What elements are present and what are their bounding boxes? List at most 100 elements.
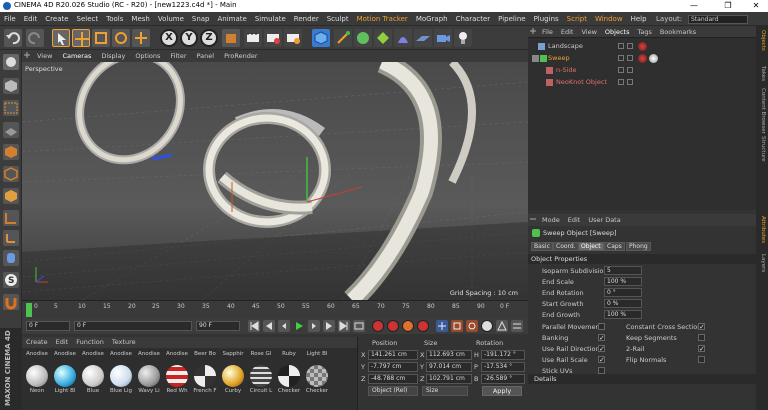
go-to-start-icon[interactable] (248, 320, 260, 332)
previous-key-icon[interactable] (263, 320, 275, 332)
next-frame-icon[interactable] (308, 320, 320, 332)
material-swatch[interactable]: Light Bl (304, 350, 330, 357)
object-row-sweep[interactable]: Sweep (528, 53, 756, 64)
menu-sculpt[interactable]: Sculpt (323, 12, 353, 26)
vtab-attributes[interactable]: Attributes (760, 216, 766, 243)
constant-cross-section-checkbox[interactable]: ✓ (698, 323, 705, 331)
position-z-field[interactable]: -48.788 cm (368, 374, 418, 384)
coordinate-mode-dropdown[interactable]: Object (Rel) (368, 386, 418, 396)
scale-tool-icon[interactable] (92, 29, 110, 47)
material-tag-icon[interactable] (638, 42, 647, 51)
material-blue-light[interactable]: Blue Lig (108, 365, 134, 394)
enable-check[interactable] (627, 79, 633, 85)
preview-range-start-field[interactable]: 0 F (74, 321, 192, 331)
polygons-mode-icon[interactable] (3, 188, 19, 204)
visibility-toggle[interactable] (618, 79, 624, 85)
material-swatch[interactable]: Ruby (276, 350, 302, 357)
model-mode-icon[interactable] (3, 78, 19, 94)
collapse-icon[interactable] (532, 55, 539, 62)
vtab-objects[interactable]: Objects (760, 30, 766, 51)
om-menu-bookmarks[interactable]: Bookmarks (656, 26, 700, 38)
layout-select[interactable]: Standard (688, 15, 748, 24)
vtab-structure[interactable]: Structure (760, 136, 766, 162)
previous-frame-icon[interactable] (278, 320, 290, 332)
redo-icon[interactable] (26, 29, 44, 47)
timeline-ruler[interactable]: 0 5 10 15 20 25 30 35 40 45 50 55 60 65 … (22, 300, 528, 318)
attr-menu-user-data[interactable]: User Data (584, 214, 624, 226)
rotation-b-field[interactable]: -26.589 ° (481, 374, 525, 384)
vtab-layers[interactable]: Layers (760, 254, 766, 272)
om-menu-tags[interactable]: Tags (633, 26, 655, 38)
menu-select[interactable]: Select (73, 12, 103, 26)
object-row-n-side[interactable]: n-Side (528, 65, 756, 76)
end-rotation-field[interactable]: 0 ° (604, 288, 642, 297)
timeline-settings-icon[interactable] (511, 320, 523, 332)
start-frame-field[interactable]: 0 F (26, 321, 70, 331)
material-swatch[interactable]: Anodise (24, 350, 50, 357)
menu-animate[interactable]: Animate (214, 12, 251, 26)
material-menu-function[interactable]: Function (72, 337, 108, 348)
tab-object[interactable]: Object (578, 242, 604, 251)
stick-uvs-checkbox[interactable] (598, 367, 605, 374)
point-level-animation-icon[interactable] (496, 320, 508, 332)
tweak-mode-icon[interactable] (3, 250, 19, 266)
menu-file[interactable]: File (0, 12, 20, 26)
y-axis-lock-button[interactable]: Y (180, 29, 198, 47)
om-menu-file[interactable]: File (538, 26, 557, 38)
material-french-fries[interactable]: French F (192, 365, 218, 394)
flip-normals-checkbox[interactable] (698, 356, 705, 363)
end-growth-field[interactable]: 100 % (604, 310, 642, 319)
axis-mode-icon[interactable] (3, 230, 19, 246)
menu-simulate[interactable]: Simulate (251, 12, 290, 26)
menu-edit[interactable]: Edit (20, 12, 42, 26)
workplane-icon[interactable] (3, 122, 19, 138)
viewport-menu-panel[interactable]: Panel (192, 50, 220, 62)
points-mode-icon[interactable] (3, 144, 19, 160)
size-y-field[interactable]: 97.014 cm (426, 362, 472, 372)
floor-icon[interactable] (414, 29, 432, 47)
material-swatch[interactable]: Anodise (108, 350, 134, 357)
visibility-toggle[interactable] (618, 55, 624, 61)
viewport-menu-filter[interactable]: Filter (165, 50, 191, 62)
material-tag-icon[interactable] (638, 54, 647, 63)
menu-pipeline[interactable]: Pipeline (494, 12, 529, 26)
end-scale-field[interactable]: 100 % (604, 277, 642, 286)
material-swatch[interactable]: Anodise (80, 350, 106, 357)
om-menu-objects[interactable]: Objects (601, 26, 634, 38)
record-active-objects-icon[interactable] (372, 320, 384, 332)
keyframe-selection-icon[interactable] (402, 320, 414, 332)
x-axis-lock-button[interactable]: X (160, 29, 178, 47)
attribute-nav-icon[interactable] (528, 213, 538, 227)
size-mode-dropdown[interactable]: Size (422, 386, 468, 396)
cube-primitive-icon[interactable] (312, 29, 330, 47)
loop-icon[interactable] (353, 320, 365, 332)
tab-phong[interactable]: Phong (626, 242, 651, 251)
menu-window[interactable]: Window (591, 12, 627, 26)
render-settings-icon[interactable] (284, 29, 302, 47)
enable-check[interactable] (627, 43, 633, 49)
attr-menu-mode[interactable]: Mode (538, 214, 564, 226)
visibility-toggle[interactable] (618, 67, 624, 73)
keep-segments-checkbox[interactable] (698, 334, 705, 341)
move-tool-icon[interactable] (72, 29, 90, 47)
size-x-field[interactable]: 112.693 cm (426, 350, 472, 360)
coordinate-system-icon[interactable] (222, 29, 240, 47)
light-icon[interactable] (454, 29, 472, 47)
camera-icon[interactable] (434, 29, 452, 47)
subdivision-generator-icon[interactable] (354, 29, 372, 47)
viewport-menu-display[interactable]: Display (96, 50, 130, 62)
size-z-field[interactable]: 102.791 cm (426, 374, 472, 384)
vtab-content-browser[interactable]: Content Browser (760, 88, 766, 134)
rotation-p-field[interactable]: -17.534 ° (481, 362, 525, 372)
scale-track-icon[interactable] (451, 320, 463, 332)
close-button[interactable]: ✕ (744, 0, 768, 12)
timeline-playhead[interactable] (26, 303, 32, 317)
magnet-icon[interactable] (3, 294, 19, 310)
visibility-toggle[interactable] (618, 43, 624, 49)
position-track-icon[interactable] (436, 320, 448, 332)
menu-mesh[interactable]: Mesh (127, 12, 153, 26)
render-to-picture-viewer-icon[interactable] (264, 29, 282, 47)
material-light-blue[interactable]: Light Bl (52, 365, 78, 394)
parallel-movement-checkbox[interactable] (598, 323, 605, 330)
object-row-landscape[interactable]: Landscape (528, 41, 756, 52)
